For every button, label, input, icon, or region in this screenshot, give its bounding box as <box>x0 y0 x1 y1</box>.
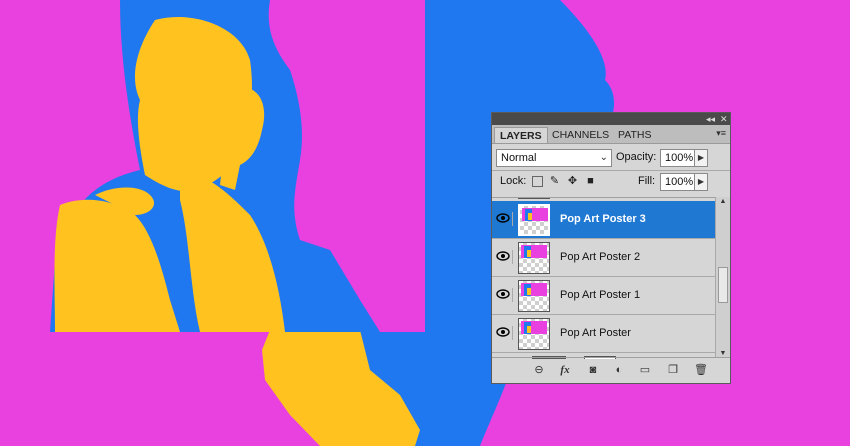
blend-mode-value: Normal <box>501 152 537 164</box>
layer-name: Pop Art Poster 3 <box>560 213 646 225</box>
fill-arrow-button[interactable]: ▶ <box>694 173 708 191</box>
new-layer-icon[interactable]: ❐ <box>666 363 680 377</box>
tab-channels[interactable]: CHANNELS <box>547 127 614 143</box>
layer-thumbnail <box>518 242 550 274</box>
lock-transparent-pixels-icon[interactable] <box>532 176 543 187</box>
tab-paths[interactable]: PATHS <box>613 127 656 143</box>
lock-image-pixels-icon[interactable]: ✎ <box>549 176 560 187</box>
blend-opacity-row: Normal ⌄ Opacity: 100% ▶ <box>492 147 730 169</box>
eye-icon[interactable] <box>496 288 513 302</box>
layer-name: Pop Art Poster 1 <box>560 289 641 301</box>
group-folder-icon[interactable]: ▭ <box>638 363 652 377</box>
fill-label: Fill: <box>638 175 656 187</box>
eye-icon[interactable] <box>496 250 513 264</box>
blend-mode-select[interactable]: Normal ⌄ <box>496 149 612 167</box>
collapse-icon[interactable]: ◂◂ <box>706 113 715 125</box>
layer-row[interactable]: Pop Art Poster <box>492 315 715 353</box>
scrollbar-thumb[interactable] <box>718 267 728 303</box>
layers-scrollbar[interactable]: ▲ ▼ <box>715 197 730 358</box>
lock-label: Lock: <box>500 175 527 187</box>
mask-icon[interactable]: ◙ <box>586 363 600 377</box>
layers-panel: ◂◂ ✕ LAYERS CHANNELS PATHS ▾≡ Normal ⌄ O… <box>491 112 731 384</box>
opacity-label: Opacity: <box>616 151 657 163</box>
layer-name: Pop Art Poster 2 <box>560 251 641 263</box>
close-icon[interactable]: ✕ <box>720 113 728 125</box>
lock-fill-row: Lock: ✎ ✥ ■ Fill: 100% ▶ <box>492 171 730 193</box>
lock-position-icon[interactable]: ✥ <box>567 176 578 187</box>
layer-thumbnail <box>518 204 550 236</box>
lock-all-icon[interactable]: ■ <box>585 176 596 187</box>
trash-icon[interactable]: 🗑 <box>694 363 708 377</box>
opacity-arrow-button[interactable]: ▶ <box>694 149 708 167</box>
chevron-down-icon: ⌄ <box>599 152 608 163</box>
tab-layers[interactable]: LAYERS <box>494 127 548 143</box>
layer-name: Pop Art Poster <box>560 327 631 339</box>
eye-icon[interactable] <box>496 326 513 340</box>
layer-row[interactable]: Pop Art Poster 3 <box>492 201 715 239</box>
adjustment-icon[interactable]: ◐ <box>612 363 626 377</box>
layer-row[interactable]: Pop Art Poster 2 <box>492 239 715 277</box>
eye-icon[interactable] <box>496 212 513 226</box>
layers-list: Pop Art Poster 3 Pop Art Poster 2 Pop Ar… <box>492 197 715 359</box>
link-icon[interactable]: ⊖ <box>532 363 546 377</box>
panel-footer: ⊖ fx ◙ ◐ ▭ ❐ 🗑 <box>492 357 730 383</box>
fx-icon[interactable]: fx <box>558 363 572 377</box>
layer-thumbnail <box>518 280 550 312</box>
layer-row[interactable]: Pop Art Poster 1 <box>492 277 715 315</box>
layer-thumbnail <box>518 318 550 350</box>
scroll-up-icon[interactable]: ▲ <box>718 198 728 205</box>
panel-titlebar: ◂◂ ✕ <box>492 113 730 125</box>
panel-menu-icon[interactable]: ▾≡ <box>716 128 726 139</box>
scroll-down-icon[interactable]: ▼ <box>718 350 728 357</box>
panel-tabs: LAYERS CHANNELS PATHS ▾≡ <box>492 125 730 144</box>
